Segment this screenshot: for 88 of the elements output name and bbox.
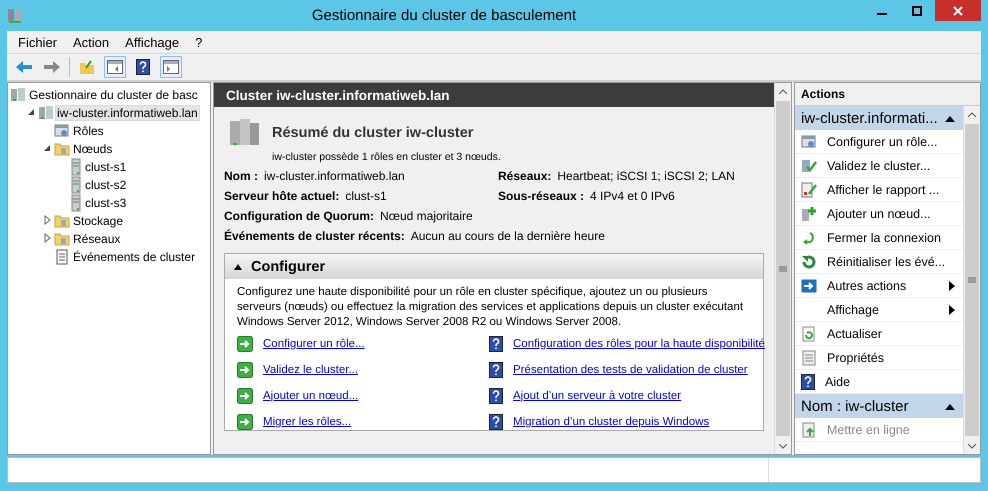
task-link[interactable]: Migrer les rôles... [263,416,352,428]
window-title: Gestionnaire du cluster de basculement [310,7,578,24]
field-value: Heartbeat; iSCSI 1; iSCSI 2; LAN [557,169,735,183]
tree-item[interactable]: clust-s1 [84,160,128,174]
tree-item[interactable]: Nœuds [72,142,114,156]
online-icon [801,422,817,438]
action-group-header[interactable]: Nom : iw-cluster [795,394,963,418]
curved-arrow-icon [801,230,817,246]
menu-item[interactable]: Fichier [18,34,58,50]
tree-item[interactable]: Gestionnaire du cluster de basc [28,88,199,102]
folder-icon [54,213,70,229]
grip-icon [779,266,787,272]
show-actions-button[interactable] [160,56,182,78]
section-description: Configurez une haute disponibilité pour un rôle en cluster spécifique, ajoutez un ou plusieurs serveurs (nœuds) ou effectuez la migration des services et applications depuis un cluster exécutant Windows Server 2012, Windows Server 2008 R2 ou Windows Server 2008. [236,285,744,330]
log-document-icon [54,249,70,265]
tree-item[interactable]: clust-s3 [84,196,128,210]
field-value: Aucun au cours de la dernière heure [410,229,605,243]
task-link[interactable]: Validez le cluster... [263,364,358,376]
scrollbar[interactable] [774,83,791,454]
field-label: Sous-réseaux : [498,189,584,203]
properties-icon [801,350,817,366]
server-icon [70,194,82,212]
tree-item[interactable]: clust-s2 [84,178,128,192]
tree-item[interactable]: Rôles [72,124,105,138]
task-link[interactable]: Ajouter un nœud... [263,390,358,402]
scroll-up-icon[interactable] [779,88,787,94]
tree-item[interactable]: iw-cluster.informatiweb.lan [56,106,199,120]
close-icon [953,6,963,16]
task-link[interactable]: Ajout d’un serveur à votre cluster [513,390,682,402]
close-button[interactable] [935,0,981,21]
server-rack-icon [10,87,26,103]
task-link[interactable]: Configurer un rôle... [263,338,365,350]
collapse-triangle-icon [233,262,243,270]
section-header[interactable]: Configurer [225,254,763,279]
expanded-arrow-icon[interactable] [26,107,36,117]
tree-item[interactable]: Événements de cluster [72,250,196,264]
task-link[interactable]: Configuration des rôles pour la haute disponibilité [513,338,765,350]
tree-item[interactable]: Réseaux [72,232,122,246]
menu-item[interactable]: Action [73,34,110,50]
grip-icon [968,277,976,283]
collapse-triangle-icon [945,402,955,410]
field-value: Nœud majoritaire [380,209,473,223]
checkmark-server-icon [801,158,817,174]
help-icon [489,336,503,352]
field-label: Événements de cluster récents: [224,229,405,243]
folder-icon [54,231,70,247]
task-link[interactable]: Migration d’un cluster depuis Windows [513,416,710,428]
maximize-icon [912,6,922,16]
report-icon [801,182,817,198]
minimize-icon [877,13,887,15]
refresh-page-icon [801,326,817,342]
collapse-triangle-icon [945,114,955,122]
app-icon [7,8,23,24]
action-group-header[interactable]: iw-cluster.informati... [795,106,963,130]
field-value: 4 IPv4 et 0 IPv6 [590,189,675,203]
task-link[interactable]: Présentation des tests de validation de cluster [513,364,748,376]
tree-item[interactable]: Stockage [72,214,124,228]
field-label: Réseaux: [498,169,552,183]
server-rack-icon [38,105,54,121]
server-icon [70,176,82,194]
field-value: clust-s1 [345,189,387,203]
expanded-arrow-icon[interactable] [42,143,52,153]
summary-text: iw-cluster possède 1 rôles en cluster et 3 nœuds. [272,151,502,163]
folder-icon [54,141,70,157]
scrollbar[interactable] [963,106,980,454]
field-label: Configuration de Quorum: [224,209,374,223]
show-tree-button[interactable] [104,56,126,78]
field-label: Nom : [224,169,258,183]
submenu-arrow-icon [949,304,955,314]
summary-title: Résumé du cluster iw-cluster [272,125,474,141]
submenu-arrow-icon [949,280,955,290]
help-icon [489,388,503,404]
menu-item[interactable]: Affichage [125,34,180,50]
pane-header: Cluster iw-cluster.informatiweb.lan [214,83,774,107]
scroll-down-icon[interactable] [779,444,787,448]
server-icon [70,158,82,176]
arrow-box-icon [801,278,817,294]
field-label: Serveur hôte actuel: [224,189,340,203]
refresh-circle-icon [801,254,817,270]
help-icon [489,362,503,378]
field-value: iw-cluster.informatiweb.lan [264,169,405,183]
help-icon [136,59,150,75]
add-server-icon [801,206,817,222]
menu-item[interactable]: ? [195,34,202,50]
help-icon [801,374,815,390]
actions-header: Actions [795,83,980,106]
scroll-up-icon[interactable] [968,112,976,116]
scroll-down-icon[interactable] [968,444,976,448]
